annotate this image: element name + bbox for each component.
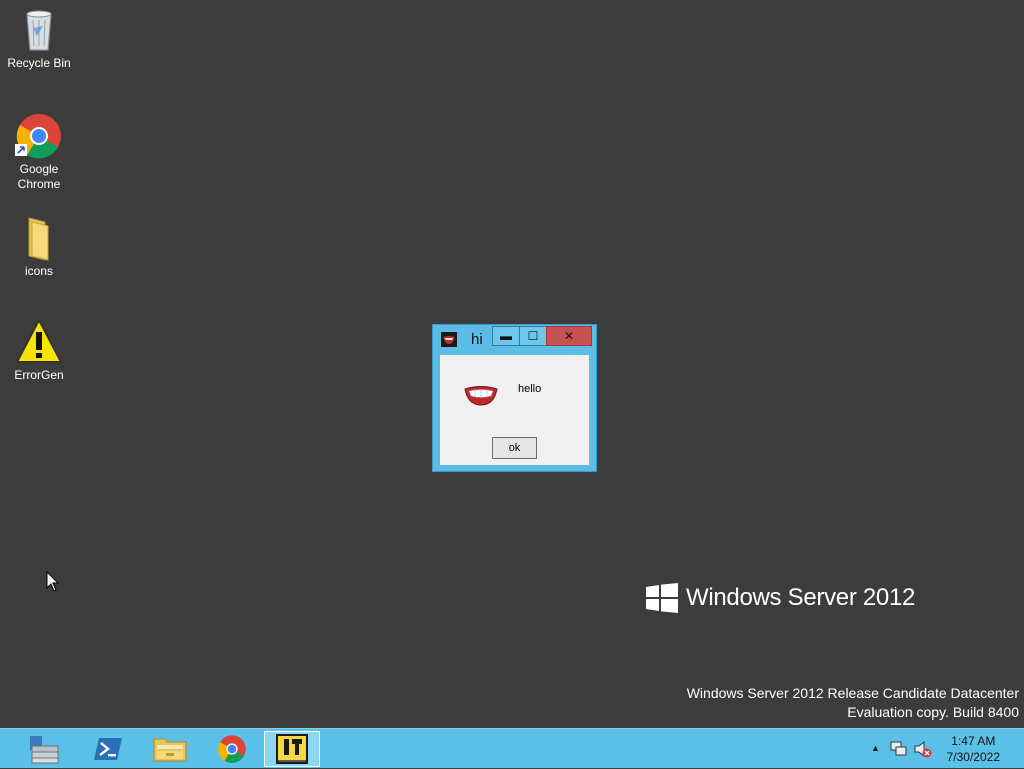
warning-icon	[15, 317, 63, 366]
folder-icon	[15, 214, 63, 262]
server-manager-icon	[30, 736, 59, 764]
errorgen-app-icon	[276, 734, 308, 764]
maximize-button[interactable]: ☐	[519, 326, 547, 346]
desktop-icon-label: icons	[24, 264, 53, 278]
taskbar-google-chrome[interactable]	[204, 731, 260, 767]
windows-logo-icon	[646, 583, 678, 613]
show-hidden-icons-button[interactable]: ▲	[871, 743, 880, 753]
dialog-title: hi	[471, 331, 483, 348]
chrome-icon	[218, 735, 246, 763]
windows-server-branding: Windows Server 2012	[646, 583, 915, 613]
mouth-icon	[464, 383, 498, 407]
desktop-icon-icons-folder[interactable]: icons	[2, 214, 76, 279]
dialog-titlebar[interactable]: hi ▬ ☐ ✕	[433, 325, 596, 353]
clock-date: 7/30/2022	[946, 750, 1000, 764]
powershell-icon	[94, 738, 122, 760]
chrome-icon	[15, 112, 63, 160]
recycle-bin-icon	[15, 6, 63, 54]
minimize-button[interactable]: ▬	[492, 326, 520, 346]
product-name: Windows Server 2012	[686, 584, 916, 611]
desktop-icon-label: ErrorGen	[14, 368, 64, 382]
desktop-icon-google-chrome[interactable]: Google Chrome	[2, 112, 76, 192]
taskbar-errorgen[interactable]	[264, 731, 320, 767]
taskbar-clock[interactable]: 1:47 AM 7/30/2022	[947, 733, 1000, 765]
dialog-client-area: hello ok	[440, 355, 589, 465]
volume-muted-icon[interactable]	[914, 740, 932, 758]
desktop: Recycle Bin Google Chrome icons ErrorGen…	[0, 0, 1024, 728]
watermark-edition: Windows Server 2012 Release Candidate Da…	[686, 685, 1019, 701]
evaluation-watermark: Windows Server 2012 Release Candidate Da…	[687, 684, 1019, 722]
ok-button[interactable]: ok	[492, 437, 537, 459]
desktop-icon-recycle-bin[interactable]: Recycle Bin	[2, 6, 76, 71]
hi-dialog-window[interactable]: hi ▬ ☐ ✕ hello ok	[432, 324, 597, 472]
close-button[interactable]: ✕	[546, 326, 592, 346]
mouse-cursor-icon	[46, 570, 60, 598]
desktop-icon-label: Recycle Bin	[7, 56, 71, 70]
file-explorer-icon	[153, 738, 187, 762]
taskbar: ▲ 1:47 AM 7/30/2022	[0, 728, 1024, 768]
desktop-icon-errorgen[interactable]: ErrorGen	[2, 317, 76, 383]
desktop-icon-label: Google Chrome	[17, 162, 61, 191]
taskbar-server-manager[interactable]	[17, 731, 73, 767]
watermark-build: Evaluation copy. Build 8400	[847, 704, 1019, 720]
taskbar-powershell[interactable]	[80, 731, 136, 767]
network-icon[interactable]	[890, 740, 908, 758]
clock-time: 1:47 AM	[951, 734, 996, 748]
taskbar-file-explorer[interactable]	[142, 731, 198, 767]
mouth-app-icon	[441, 332, 457, 347]
dialog-message: hello	[518, 383, 542, 395]
